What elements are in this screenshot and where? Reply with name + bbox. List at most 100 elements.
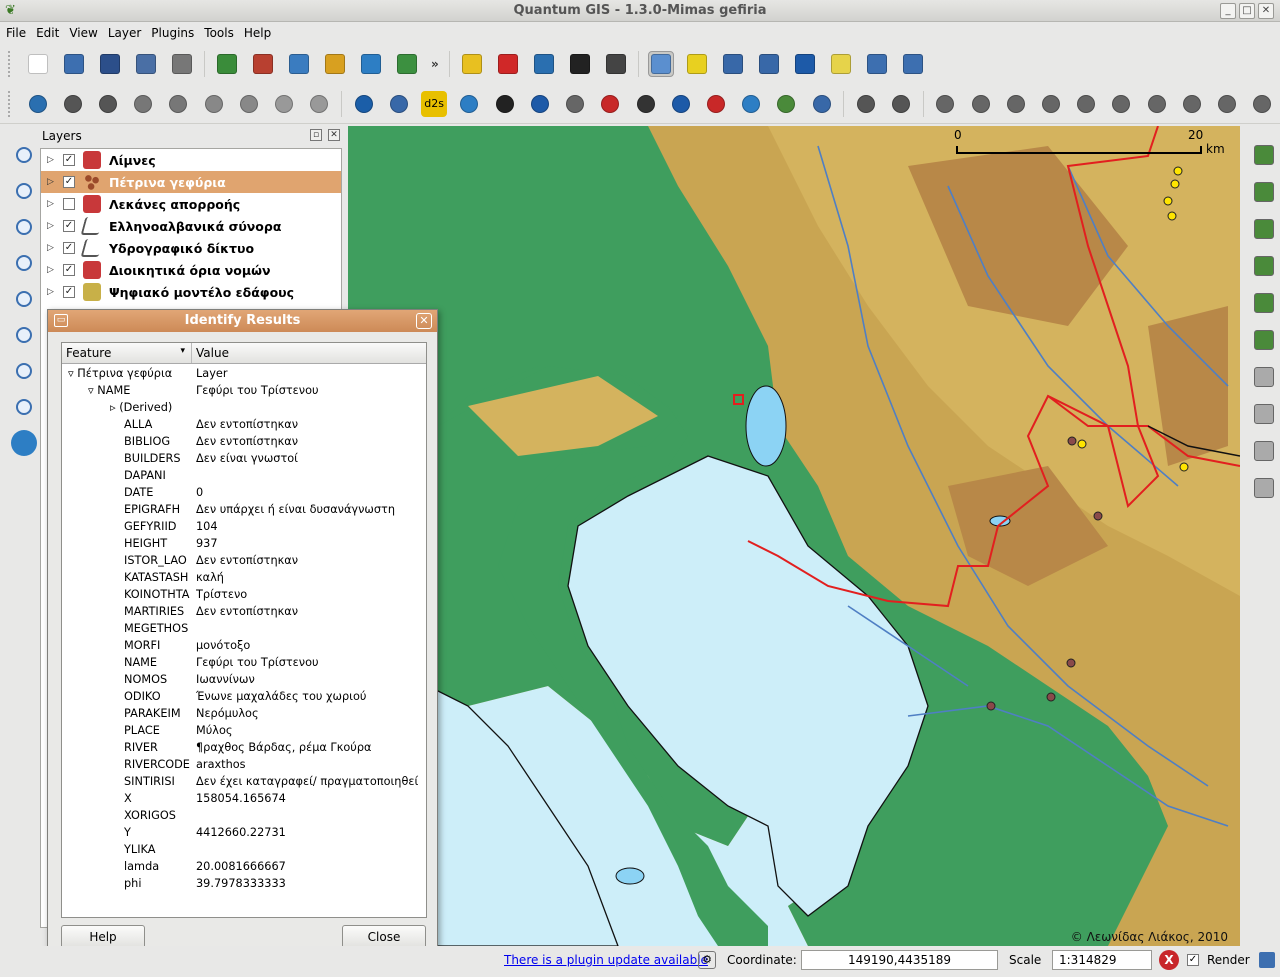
new-vector-icon[interactable] (394, 51, 420, 77)
pan-icon[interactable] (11, 142, 37, 168)
measure-area-icon[interactable] (792, 51, 818, 77)
add-part-icon[interactable] (1003, 91, 1028, 117)
maximize-button[interactable]: □ (1239, 3, 1255, 19)
zoom-full-icon[interactable] (11, 250, 37, 276)
attribute-row[interactable]: XORIGOS (62, 807, 426, 824)
attribute-row[interactable]: BUILDERS Δεν είναι γνωστοί (62, 450, 426, 467)
menu-plugins[interactable]: Plugins (151, 26, 194, 40)
node-tool-icon[interactable] (1250, 91, 1275, 117)
add-spatialite-icon[interactable] (322, 51, 348, 77)
expand-layer-icon[interactable]: ▷ (47, 243, 57, 253)
home-icon[interactable] (900, 51, 926, 77)
minimize-button[interactable]: _ (1220, 3, 1236, 19)
expand-arrow-icon[interactable]: ▿ (68, 367, 74, 380)
move-vertex-icon[interactable] (95, 91, 120, 117)
d2s-icon[interactable]: d2s (421, 90, 447, 117)
attribute-row[interactable]: MEGETHOS (62, 620, 426, 637)
scale-icon[interactable] (633, 91, 658, 117)
menu-help[interactable]: Help (244, 26, 271, 40)
toolbar-grip[interactable] (8, 51, 12, 77)
legend-icon[interactable] (1251, 438, 1277, 464)
close-panel-icon[interactable]: ✕ (328, 129, 340, 141)
expand-layer-icon[interactable]: ▷ (47, 265, 57, 275)
attribute-row[interactable]: ISTOR_LAO Δεν εντοπίστηκαν (62, 552, 426, 569)
zoom-last-icon[interactable] (11, 358, 37, 384)
attribute-row[interactable]: YLIKA (62, 841, 426, 858)
layer-item[interactable]: ▷ ✓ Πέτρινα γεφύρια (41, 171, 341, 193)
identify-icon[interactable] (647, 51, 674, 77)
save-project-icon[interactable] (97, 51, 123, 77)
map-tips-icon[interactable] (828, 51, 854, 77)
image-icon[interactable] (703, 91, 728, 117)
attribute-row[interactable]: NAME Γεφύρι του Τρίστενου (62, 654, 426, 671)
layer-item[interactable]: ▷ Λεκάνες απορροής (41, 193, 341, 215)
zoom-in-icon[interactable] (11, 178, 37, 204)
menu-edit[interactable]: Edit (36, 26, 59, 40)
attribute-row[interactable]: KATASTASH καλή (62, 569, 426, 586)
expand-layer-icon[interactable]: ▷ (47, 199, 57, 209)
add-wms-icon[interactable] (1251, 253, 1277, 279)
attribute-row[interactable]: DATE 0 (62, 484, 426, 501)
derived-row[interactable]: ▹ (Derived) (62, 399, 426, 416)
measure-icon[interactable] (756, 51, 782, 77)
georeferencer-icon[interactable] (386, 91, 411, 117)
bookmark-icon[interactable] (864, 51, 890, 77)
stop-render-button[interactable]: X (1159, 950, 1179, 970)
undo-icon[interactable] (853, 91, 878, 117)
attribute-row[interactable]: phi 39.7978333333 (62, 875, 426, 892)
cut-icon[interactable] (236, 91, 261, 117)
add-vector-layer-icon[interactable] (1251, 142, 1277, 168)
delete-selected-icon[interactable] (201, 91, 226, 117)
expand-layer-icon[interactable]: ▷ (47, 287, 57, 297)
compass-icon[interactable] (739, 91, 764, 117)
remove-layer-icon[interactable] (1251, 216, 1277, 242)
attribute-row[interactable]: BIBLIOG Δεν εντοπίστηκαν (62, 433, 426, 450)
capture-point-icon[interactable] (459, 51, 485, 77)
column-value[interactable]: Value (192, 343, 426, 363)
attribute-row[interactable]: RIVER ¶ραχθος Βάρδας, ρέμα Γκούρα (62, 739, 426, 756)
attribute-row[interactable]: MORFI μονότοξο (62, 637, 426, 654)
attribute-row[interactable]: RIVERCODE araxthos (62, 756, 426, 773)
attribute-table-icon[interactable] (720, 51, 746, 77)
simplify-icon[interactable] (933, 91, 958, 117)
coordinate-field[interactable]: 149190,4435189 (801, 950, 998, 970)
settings-icon[interactable] (1251, 401, 1277, 427)
copyright-icon[interactable] (351, 91, 376, 117)
raster-icon[interactable] (1251, 327, 1277, 353)
plugin-icon[interactable] (774, 91, 799, 117)
layer-visibility-checkbox[interactable]: ✓ (63, 264, 75, 276)
menu-file[interactable]: File (6, 26, 26, 40)
layer-item[interactable]: ▷ ✓ Ελληνοαλβανικά σύνορα (41, 215, 341, 237)
layer-item[interactable]: ▷ ✓ Διοικητικά όρια νομών (41, 259, 341, 281)
layer-visibility-checkbox[interactable] (63, 198, 75, 210)
reshape-icon[interactable] (1109, 91, 1134, 117)
layer-visibility-checkbox[interactable]: ✓ (63, 242, 75, 254)
delete-part-icon[interactable] (1074, 91, 1099, 117)
add-ring-icon[interactable] (968, 91, 993, 117)
projection-icon[interactable] (1259, 952, 1275, 968)
select-icon[interactable] (684, 51, 710, 77)
sort-chevron-icon[interactable]: ▾ (180, 346, 185, 356)
dialog-menu-icon[interactable]: ▭ (54, 314, 68, 327)
add-vertex-icon[interactable] (131, 91, 156, 117)
attribute-row[interactable]: HEIGHT 937 (62, 535, 426, 552)
rotate-icon[interactable] (1215, 91, 1240, 117)
attribute-row[interactable]: KOINOTHTA Τρίστενο (62, 586, 426, 603)
zoom-layer-icon[interactable] (11, 286, 37, 312)
toolbar-grip[interactable] (8, 90, 12, 117)
attribute-row[interactable]: ODIKO Ένωνε μαχαλάδες του χωριού (62, 688, 426, 705)
scale-field[interactable]: 1:314829 (1052, 950, 1152, 970)
attribute-row[interactable]: NOMOS Ιωαννίνων (62, 671, 426, 688)
gps-icon[interactable] (668, 91, 693, 117)
view-icon[interactable] (567, 51, 593, 77)
dialog-close-icon[interactable]: ✕ (416, 313, 432, 329)
paste-icon[interactable] (307, 91, 332, 117)
open-project-icon[interactable] (61, 51, 87, 77)
copy-icon[interactable] (272, 91, 297, 117)
gdal-icon[interactable] (562, 91, 587, 117)
add-postgis-icon[interactable] (1251, 290, 1277, 316)
add-wms-icon[interactable] (358, 51, 384, 77)
more-tools-icon[interactable]: » (431, 57, 439, 71)
attribute-row[interactable]: DAPANI (62, 467, 426, 484)
delete-ring-icon[interactable] (1038, 91, 1063, 117)
